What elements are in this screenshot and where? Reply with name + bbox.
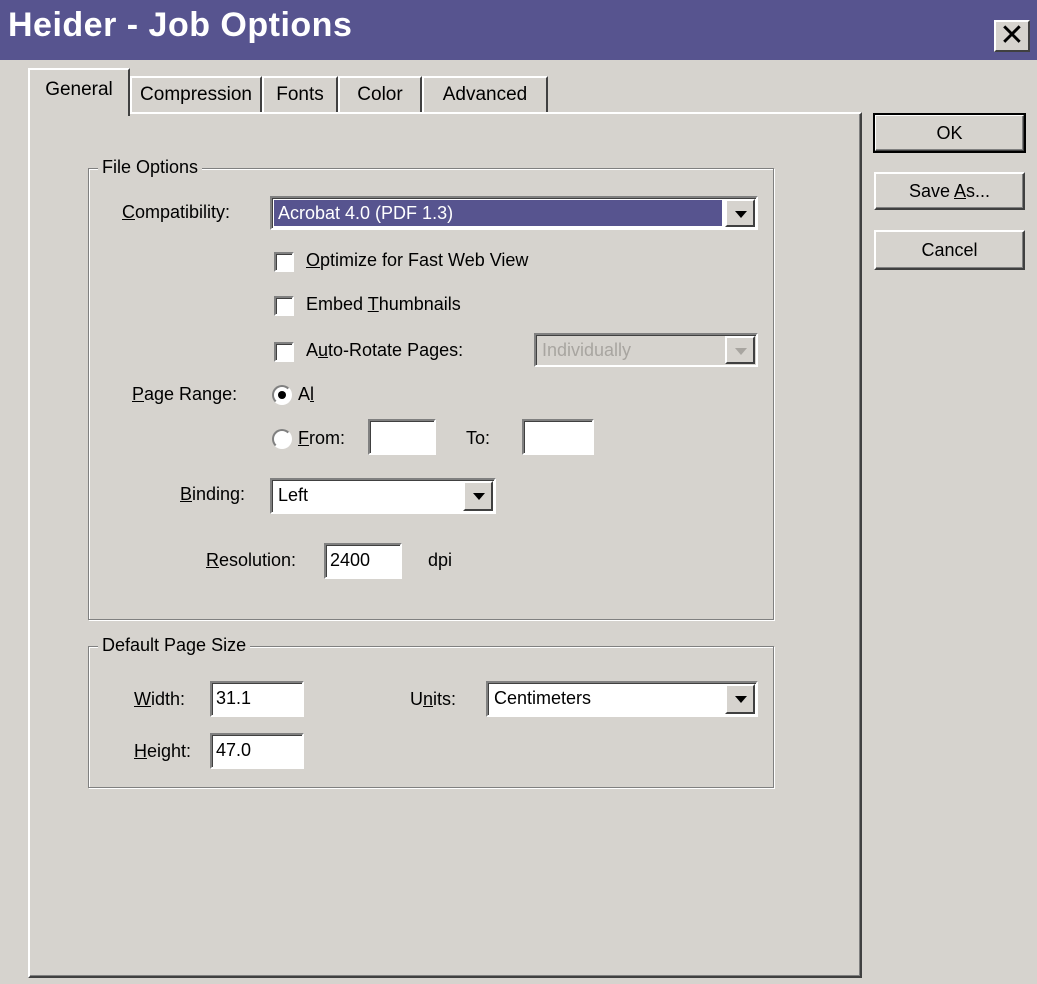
radio-selected-dot bbox=[278, 391, 286, 399]
optimize-web-label[interactable]: Optimize for Fast Web View bbox=[306, 250, 528, 271]
file-options-legend: File Options bbox=[98, 157, 203, 178]
optimize-web-checkbox[interactable] bbox=[274, 252, 294, 272]
units-dropdown-button[interactable] bbox=[725, 684, 755, 714]
auto-rotate-label[interactable]: Auto-Rotate Pages: bbox=[306, 340, 463, 361]
tab-fonts[interactable]: Fonts bbox=[262, 76, 338, 114]
page-range-from-input[interactable] bbox=[368, 419, 436, 455]
window-title: Heider - Job Options bbox=[8, 6, 353, 44]
chevron-down-icon bbox=[735, 348, 747, 355]
chevron-down-icon bbox=[473, 493, 485, 500]
compatibility-dropdown-button[interactable] bbox=[725, 199, 755, 227]
resolution-unit: dpi bbox=[428, 550, 453, 570]
height-input[interactable]: 47.0 bbox=[210, 733, 304, 769]
page-range-to-input[interactable] bbox=[522, 419, 594, 455]
width-input[interactable]: 31.1 bbox=[210, 681, 304, 717]
resolution-label: Resolution: bbox=[206, 550, 297, 570]
compatibility-value: Acrobat 4.0 (PDF 1.3) bbox=[274, 200, 722, 226]
tab-compression[interactable]: Compression bbox=[130, 76, 262, 114]
page-size-legend: Default Page Size bbox=[98, 635, 251, 656]
width-label: Width: bbox=[134, 689, 186, 709]
auto-rotate-dropdown-button bbox=[725, 336, 755, 364]
embed-thumbnails-checkbox[interactable] bbox=[274, 296, 294, 316]
tab-advanced[interactable]: Advanced bbox=[422, 76, 548, 114]
close-button[interactable]: ✕ bbox=[994, 20, 1030, 52]
binding-dropdown[interactable]: Left bbox=[270, 478, 496, 514]
tab-color[interactable]: Color bbox=[338, 76, 422, 114]
units-value: Centimeters bbox=[494, 688, 592, 708]
binding-dropdown-button[interactable] bbox=[463, 481, 493, 511]
page-size-group bbox=[88, 646, 774, 788]
auto-rotate-dropdown: Individually bbox=[534, 333, 758, 367]
page-range-from-radio[interactable] bbox=[272, 429, 292, 449]
close-icon: ✕ bbox=[999, 18, 1025, 53]
embed-thumbnails-label[interactable]: Embed Thumbnails bbox=[306, 294, 461, 315]
chevron-down-icon bbox=[735, 211, 747, 218]
page-range-all-label[interactable]: Al bbox=[298, 384, 314, 405]
save-as-button[interactable]: Save As... bbox=[874, 172, 1025, 210]
page-range-from-label[interactable]: From: bbox=[298, 428, 345, 449]
height-label: Height: bbox=[134, 741, 192, 761]
binding-value: Left bbox=[278, 485, 309, 505]
auto-rotate-checkbox[interactable] bbox=[274, 342, 294, 362]
compatibility-label: Compatibility: bbox=[122, 202, 231, 222]
auto-rotate-value: Individually bbox=[542, 340, 632, 360]
chevron-down-icon bbox=[735, 696, 747, 703]
binding-label: Binding: bbox=[180, 484, 246, 504]
cancel-button[interactable]: Cancel bbox=[874, 230, 1025, 270]
tab-general[interactable]: General bbox=[28, 68, 130, 116]
title-bar[interactable]: Heider - Job Options ✕ bbox=[0, 0, 1037, 60]
compatibility-dropdown[interactable]: Acrobat 4.0 (PDF 1.3) bbox=[270, 196, 758, 230]
units-label: Units: bbox=[410, 689, 457, 709]
page-range-all-radio[interactable] bbox=[272, 385, 292, 405]
units-dropdown[interactable]: Centimeters bbox=[486, 681, 758, 717]
resolution-input[interactable]: 2400 bbox=[324, 543, 402, 579]
ok-button[interactable]: OK bbox=[873, 113, 1026, 153]
page-range-label: Page Range: bbox=[132, 384, 238, 404]
page-range-to-label: To: bbox=[466, 428, 491, 448]
